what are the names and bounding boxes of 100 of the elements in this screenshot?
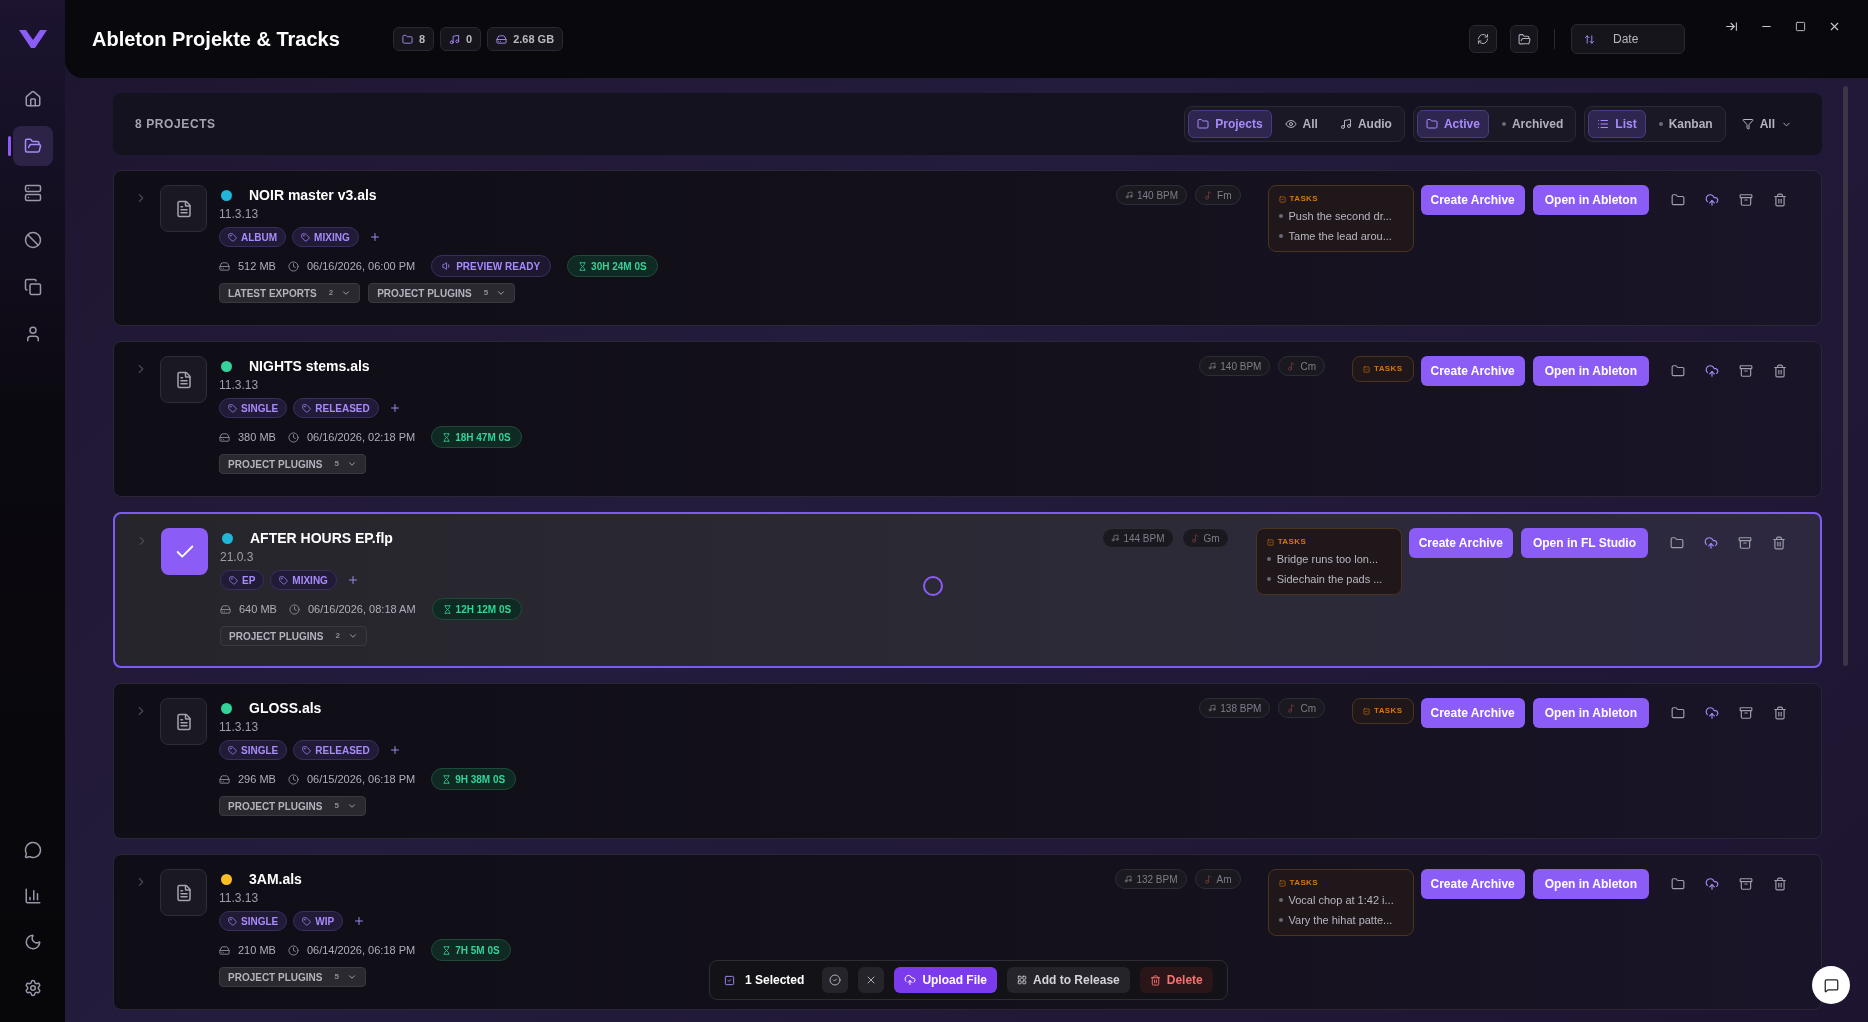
folder-icon[interactable] — [1671, 364, 1685, 378]
drive-icon — [219, 431, 230, 443]
tag-chip[interactable]: MIXING — [292, 227, 359, 247]
filter-tab[interactable]: Archived — [1492, 110, 1573, 138]
folder-icon[interactable] — [1671, 706, 1685, 720]
section-dropdown[interactable]: PROJECT PLUGINS 5 — [219, 454, 366, 474]
archive-icon[interactable] — [1739, 364, 1753, 378]
cloud-upload-icon — [904, 974, 917, 986]
create-archive-button[interactable]: Create Archive — [1420, 698, 1525, 728]
open-in-app-button[interactable]: Open in Ableton — [1532, 356, 1649, 386]
archive-icon[interactable] — [1739, 193, 1753, 207]
page-title: Ableton Projekte & Tracks — [92, 27, 340, 52]
filter-tab[interactable]: All — [1275, 110, 1327, 138]
tag-chip[interactable]: SINGLE — [219, 398, 288, 418]
version-text: 21.0.3 — [220, 549, 254, 566]
version-text: 11.3.13 — [219, 890, 259, 907]
cloud-upload-icon[interactable] — [1705, 193, 1719, 207]
refresh-button[interactable] — [1469, 25, 1497, 53]
filter-tab[interactable]: Audio — [1330, 110, 1401, 138]
open-folder-button[interactable] — [1510, 25, 1538, 53]
open-in-app-button[interactable]: Open in Ableton — [1532, 185, 1649, 215]
modified-date: 06/14/2026, 06:18 PM — [306, 942, 416, 958]
section-dropdown[interactable]: PROJECT PLUGINS 5 — [219, 796, 366, 816]
trash-icon[interactable] — [1773, 706, 1787, 720]
filter-dropdown[interactable]: All — [1741, 115, 1792, 133]
version-text: 11.3.13 — [219, 377, 259, 394]
archive-icon[interactable] — [1739, 706, 1753, 720]
filter-tab[interactable]: Projects — [1188, 110, 1272, 138]
add-tag-icon[interactable] — [353, 915, 366, 927]
sidebar-item[interactable] — [12, 126, 53, 166]
hourglass-icon — [442, 432, 452, 442]
section-dropdown[interactable]: PROJECT PLUGINS 5 — [219, 967, 366, 987]
project-card[interactable] — [113, 170, 1822, 326]
cloud-upload-icon[interactable] — [1705, 877, 1719, 891]
task-check-icon — [1278, 879, 1286, 887]
add-tag-icon[interactable] — [368, 231, 381, 243]
tag-icon — [229, 575, 238, 585]
create-archive-button[interactable]: Create Archive — [1408, 528, 1513, 558]
add-tag-icon[interactable] — [388, 744, 401, 756]
tag-chip[interactable]: EP — [220, 570, 265, 590]
tag-chip[interactable]: SINGLE — [219, 740, 288, 760]
tag-chip[interactable]: WIP — [293, 911, 344, 931]
archive-icon[interactable] — [1739, 877, 1753, 891]
tag-chip[interactable]: ALBUM — [219, 227, 287, 247]
archive-icon[interactable] — [1738, 536, 1752, 550]
delete-button[interactable]: Delete — [1139, 967, 1213, 993]
open-in-app-button[interactable]: Open in Ableton — [1532, 869, 1649, 899]
section-dropdown[interactable]: LATEST EXPORTS 2 — [219, 283, 361, 303]
project-card[interactable]: AFTER HOURS EP.flp 21.0.3 EP MIXING 640 MB 06/16/2026, 08:18 AM 12H 12M 0S PROJECT PLUGINS 2 144 BPM Gm TASKS Bridge runs too lon... Sidechain the pads ... Create Archive Open in FL Studio — [113, 512, 1822, 668]
tag-chip[interactable]: MIXING — [270, 570, 337, 590]
create-archive-button[interactable]: Create Archive — [1420, 185, 1525, 215]
project-card[interactable]: NIGHTS stems.als 11.3.13 SINGLE RELEASED 380 MB 06/16/2026, 02:18 PM 18H 47M 0S PROJECT PLUGINS 5 140 BPM Cm TASKS Create Archive Open in Ableton — [113, 341, 1822, 497]
trash-icon[interactable] — [1773, 877, 1787, 891]
create-archive-button[interactable]: Create Archive — [1420, 356, 1525, 386]
cloud-upload-icon[interactable] — [1705, 706, 1719, 720]
tasks-panel[interactable]: TASKS Push the second dr... Tame the lead arou... — [1267, 185, 1414, 252]
trash-icon[interactable] — [1772, 536, 1786, 550]
bpm-chip: 140 BPM — [1199, 356, 1271, 376]
cloud-upload-icon[interactable] — [1704, 536, 1718, 550]
project-name: NOIR master v3.als — [249, 185, 377, 205]
task-item: Vocal chop at 1:42 i... — [1288, 893, 1394, 908]
tasks-button[interactable]: TASKS — [1352, 698, 1414, 724]
add-to-release-button[interactable]: Add to Release — [1007, 967, 1130, 993]
duration-badge: 18H 47M 0S — [431, 426, 522, 448]
tasks-panel[interactable]: TASKS Vocal chop at 1:42 i... Vary the hihat patte... — [1267, 869, 1414, 936]
sort-select[interactable]: Date — [1571, 24, 1685, 54]
trash-icon[interactable] — [1773, 364, 1787, 378]
grid-icon — [1017, 975, 1028, 985]
folder-icon[interactable] — [1671, 877, 1685, 891]
section-dropdown[interactable]: PROJECT PLUGINS 2 — [220, 626, 367, 646]
filter-tab[interactable]: List — [1588, 110, 1646, 138]
folder-icon[interactable] — [1671, 193, 1685, 207]
tag-chip[interactable]: RELEASED — [293, 398, 379, 418]
selected-checkbox[interactable] — [161, 528, 208, 575]
maximize-icon[interactable] — [1795, 20, 1806, 32]
upload-file-button[interactable]: Upload File — [894, 967, 998, 993]
cloud-upload-icon[interactable] — [1705, 364, 1719, 378]
chat-button[interactable] — [1812, 966, 1850, 1004]
tag-chip[interactable]: SINGLE — [219, 911, 288, 931]
collapse-icon[interactable] — [1725, 19, 1738, 33]
tasks-panel[interactable]: TASKS Bridge runs too lon... Sidechain the pads ... — [1255, 528, 1402, 595]
count-text: 2 — [328, 287, 334, 299]
task-check-icon — [1278, 195, 1286, 203]
trash-icon[interactable] — [1773, 193, 1787, 207]
add-tag-icon[interactable] — [388, 402, 401, 414]
open-in-app-button[interactable]: Open in Ableton — [1532, 698, 1649, 728]
sort-icon — [1584, 33, 1595, 45]
add-tag-icon[interactable] — [346, 574, 359, 586]
tag-chip[interactable]: RELEASED — [293, 740, 379, 760]
create-archive-button[interactable]: Create Archive — [1420, 869, 1525, 899]
confirm-button[interactable] — [822, 967, 849, 993]
open-in-app-button[interactable]: Open in FL Studio — [1520, 528, 1648, 558]
filter-tab[interactable]: Kanban — [1649, 110, 1722, 138]
filter-tab[interactable]: Active — [1416, 110, 1489, 138]
folder-icon[interactable] — [1670, 536, 1684, 550]
stat-chip: 8 — [392, 27, 434, 51]
section-dropdown[interactable]: PROJECT PLUGINS 5 — [368, 283, 516, 303]
scrollbar[interactable] — [1843, 86, 1848, 666]
project-card[interactable]: GLOSS.als 11.3.13 SINGLE RELEASED 296 MB 06/15/2026, 06:18 PM 9H 38M 0S PROJECT PLUGINS 5 138 BPM Cm TASKS Create Archive Open in Ableton — [113, 683, 1822, 839]
tasks-button[interactable]: TASKS — [1352, 356, 1414, 382]
